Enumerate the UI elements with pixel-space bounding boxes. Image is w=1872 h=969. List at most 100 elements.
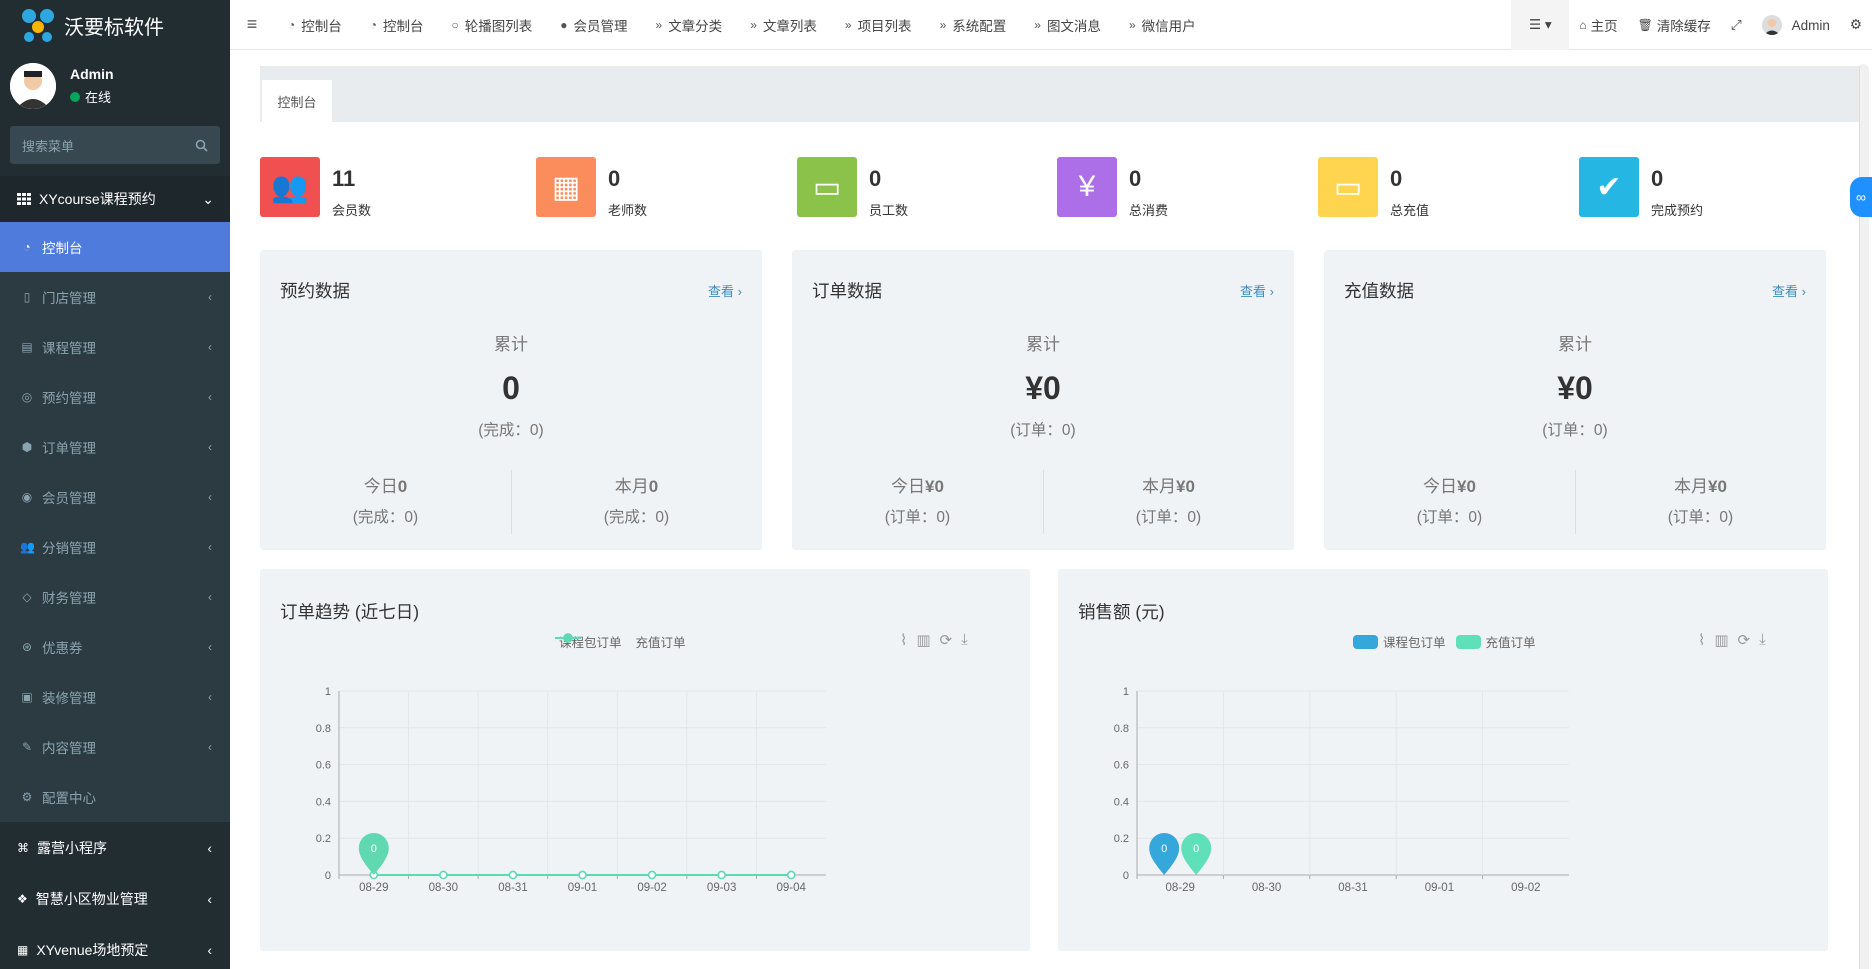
stat-widget[interactable]: 👥 11 会员数 bbox=[260, 157, 371, 218]
sales-chart: 0 0.2 0.4 0.6 0.8 1 08-29 08-30 08-31 09-01 09-02 0… bbox=[1114, 686, 1569, 894]
logo[interactable]: 沃要标软件 bbox=[0, 0, 230, 50]
sidebar-group-0[interactable]: ⌘ 露营小程序 ‹ bbox=[0, 822, 230, 873]
brand-logo-icon bbox=[22, 9, 54, 42]
sidebar-item-10[interactable]: ✎ 内容管理 ‹ bbox=[0, 722, 230, 772]
today-label: 今日 bbox=[1423, 477, 1458, 496]
stat-widget[interactable]: ▭ 0 员工数 bbox=[797, 157, 908, 218]
sidebar-toggle-hamburger-icon[interactable]: ≡ bbox=[230, 14, 274, 35]
marker-label: 0 bbox=[371, 843, 377, 855]
nav-menu-dropdown-button[interactable]: ☰ ▾ bbox=[1511, 0, 1570, 50]
y-tick-label: 1 bbox=[1123, 686, 1129, 698]
top-nav-tab-label: 系统配置 bbox=[952, 18, 1007, 34]
top-nav-tab-4[interactable]: » 文章分类 bbox=[642, 0, 737, 50]
cumulative-label: 累计 bbox=[1558, 335, 1592, 354]
sidebar-item-3[interactable]: ◎ 预约管理 ‹ bbox=[0, 372, 230, 422]
stat-widget[interactable]: ▭ 0 总充值 bbox=[1318, 157, 1429, 218]
top-nav-tab-2[interactable]: ○ 轮播图列表 bbox=[438, 0, 547, 50]
stat-widget[interactable]: ✔ 0 完成预约 bbox=[1579, 157, 1703, 218]
top-nav-tab-8[interactable]: » 图文消息 bbox=[1020, 0, 1115, 50]
view-link[interactable]: 查看 › bbox=[708, 281, 742, 300]
month-stat: 本月¥0 (订单：0) bbox=[1043, 472, 1294, 527]
marker-label: 0 bbox=[1161, 843, 1167, 855]
tab-dashboard[interactable]: 控制台 bbox=[262, 80, 332, 122]
sidebar-item-label: 控制台 bbox=[42, 241, 83, 256]
today-stat: 今日¥0 (订单：0) bbox=[792, 472, 1043, 527]
chevron-left-icon: ‹ bbox=[208, 340, 212, 354]
today-value: 0 bbox=[397, 477, 408, 496]
month-sub: (订单：0) bbox=[1667, 509, 1734, 526]
admin-name: Admin bbox=[1791, 17, 1830, 33]
today-stat: 今日0 (完成：0) bbox=[260, 472, 511, 527]
home-link[interactable]: ⌂ 主页 bbox=[1569, 0, 1627, 50]
sidebar-group-label: XYvenue场地预定 bbox=[36, 941, 149, 958]
view-link[interactable]: 查看 › bbox=[1772, 281, 1806, 300]
stat-value: 0 bbox=[869, 166, 882, 191]
settings-button[interactable]: ⚙ bbox=[1840, 0, 1872, 50]
data-point[interactable] bbox=[439, 870, 448, 880]
view-link[interactable]: 查看 › bbox=[1240, 281, 1274, 300]
sidebar-group-label: XYcourse课程预约 bbox=[39, 191, 156, 207]
marker-pin[interactable]: 0 bbox=[358, 833, 389, 875]
top-nav-tab-5[interactable]: » 文章列表 bbox=[736, 0, 831, 50]
stat-widget[interactable]: ▦ 0 老师数 bbox=[536, 157, 647, 218]
sidebar-item-8[interactable]: ⊛ 优惠券 ‹ bbox=[0, 622, 230, 672]
th-icon: ▦ bbox=[17, 942, 29, 957]
sidebar-item-label: 门店管理 bbox=[42, 291, 96, 306]
top-nav-tab-3[interactable]: ● 会员管理 bbox=[546, 0, 641, 50]
clear-cache-button[interactable]: 🗑 清除缓存 bbox=[1628, 0, 1721, 50]
month-label: 本月 bbox=[1142, 477, 1177, 496]
data-point[interactable] bbox=[508, 870, 518, 880]
sidebar-item-0[interactable]: ◔ 控制台 bbox=[0, 222, 230, 272]
x-tick-label: 08-31 bbox=[498, 882, 527, 894]
stat-widget[interactable]: ¥0 总消费 bbox=[1057, 157, 1168, 218]
y-tick-label: 0.6 bbox=[1114, 760, 1129, 772]
sidebar-item-5[interactable]: ◉ 会员管理 ‹ bbox=[0, 472, 230, 522]
float-link-icon[interactable]: ∞ bbox=[1850, 177, 1872, 217]
marker-pin[interactable]: 0 bbox=[1181, 833, 1212, 875]
top-nav-tab-0[interactable]: ◔ 控制台 bbox=[274, 0, 356, 50]
top-nav-tab-7[interactable]: » 系统配置 bbox=[926, 0, 1021, 50]
today-sub: (完成：0) bbox=[352, 509, 419, 526]
data-point[interactable] bbox=[717, 870, 726, 880]
sidebar-item-2[interactable]: ▤ 课程管理 ‹ bbox=[0, 322, 230, 372]
search-icon[interactable] bbox=[195, 139, 208, 152]
admin-user-menu[interactable]: Admin bbox=[1752, 0, 1840, 50]
angle-double-right-icon: » bbox=[939, 17, 947, 32]
cumulative-sub: (完成：0) bbox=[478, 422, 544, 439]
data-point[interactable] bbox=[578, 870, 587, 880]
chevron-left-icon: ‹ bbox=[208, 290, 212, 304]
marker-pin[interactable]: 0 bbox=[1149, 833, 1180, 875]
sidebar-item-6[interactable]: 👥 分销管理 ‹ bbox=[0, 522, 230, 572]
sidebar-item-9[interactable]: ▣ 装修管理 ‹ bbox=[0, 672, 230, 722]
gears-icon: ⚙ bbox=[1849, 17, 1862, 32]
top-nav-tab-6[interactable]: » 项目列表 bbox=[831, 0, 926, 50]
avatar-small bbox=[1761, 15, 1782, 35]
data-point[interactable] bbox=[647, 870, 657, 880]
sidebar-group-2[interactable]: ▦ XYvenue场地预定 ‹ bbox=[0, 924, 230, 969]
top-nav-tab-9[interactable]: » 微信用户 bbox=[1115, 0, 1210, 50]
y-tick-label: 0.8 bbox=[316, 723, 331, 735]
fullscreen-button[interactable]: ⤢ bbox=[1721, 0, 1752, 50]
sidebar-group-xycourse[interactable]: XYcourse课程预约 ⌄ bbox=[0, 176, 230, 222]
th-icon bbox=[17, 193, 31, 205]
trash-icon: 🗑 bbox=[1637, 18, 1653, 32]
sidebar-item-1[interactable]: ▯ 门店管理 ‹ bbox=[0, 272, 230, 322]
x-tick-label: 08-29 bbox=[1165, 882, 1194, 894]
grid-icon: ▦ bbox=[536, 157, 596, 217]
archive-icon: ▭ bbox=[1318, 157, 1378, 217]
sidebar-item-label: 课程管理 bbox=[42, 341, 96, 356]
sidebar-item-11[interactable]: ⚙ 配置中心 bbox=[0, 772, 230, 822]
sidebar-group-1[interactable]: ❖ 智慧小区物业管理 ‹ bbox=[0, 873, 230, 924]
top-navbar: ≡ ◔ 控制台 ◔ 控制台 ○ 轮播图列表 ● 会员管理 » 文章分类 » 文章列表 » 项目列表 » 系统配… bbox=[230, 0, 1872, 50]
data-point[interactable] bbox=[786, 870, 796, 880]
sidebar-item-4[interactable]: ⬢ 订单管理 ‹ bbox=[0, 422, 230, 472]
sidebar-item-7[interactable]: ◇ 财务管理 ‹ bbox=[0, 572, 230, 622]
chevron-left-icon: ‹ bbox=[208, 440, 212, 454]
top-nav-tab-label: 轮播图列表 bbox=[464, 18, 533, 34]
chevron-left-icon: ‹ bbox=[207, 890, 212, 907]
sidebar-item-label: 会员管理 bbox=[42, 491, 96, 506]
brand-name: 沃要标软件 bbox=[64, 16, 164, 39]
top-nav-tab-label: 控制台 bbox=[383, 18, 424, 34]
top-nav-tab-1[interactable]: ◔ 控制台 bbox=[356, 0, 438, 50]
sidebar-search-input[interactable]: 搜索菜单 bbox=[10, 126, 220, 164]
